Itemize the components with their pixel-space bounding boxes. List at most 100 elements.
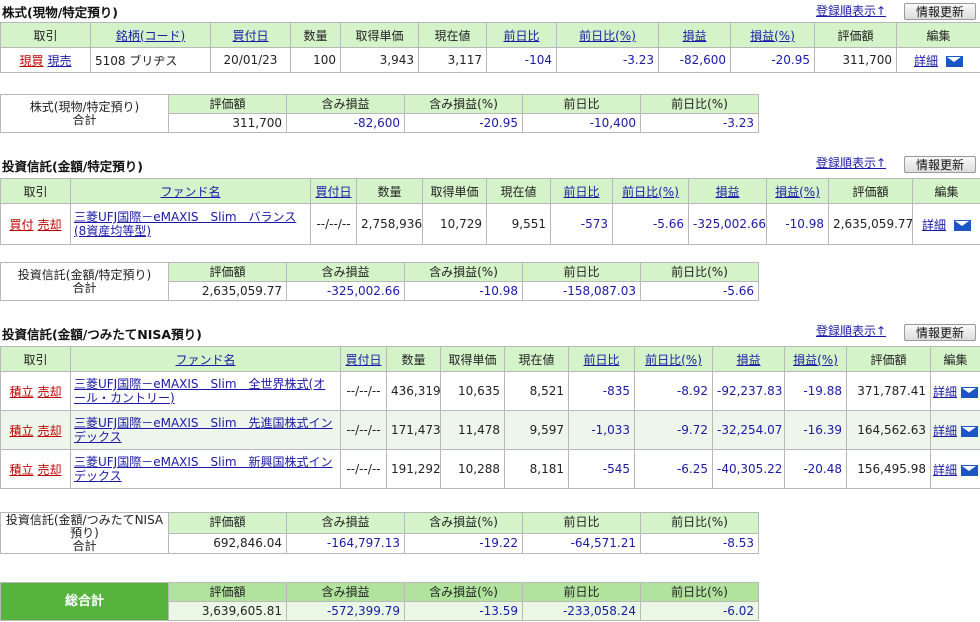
col-header-value: 評価額 bbox=[814, 22, 897, 48]
accumulate-link[interactable]: 積立 bbox=[9, 463, 33, 477]
sum-unrealized: -82,600 bbox=[286, 113, 405, 133]
grand-header-row: 総合計 評価額 含み損益 含み損益(%) 前日比 前日比(%) bbox=[0, 582, 759, 621]
trade-cell: 積立 売却 bbox=[0, 449, 71, 489]
brand-name[interactable]: 5108 ブリヂス bbox=[90, 47, 211, 73]
grand-header-value: 評価額 bbox=[168, 582, 287, 602]
fund-name[interactable]: 三菱UFJ国際－eMAXIS Slim 先進国株式インデックス bbox=[70, 410, 341, 450]
col-header-pl[interactable]: 損益 bbox=[688, 178, 767, 204]
sell-link[interactable]: 売却 bbox=[38, 218, 62, 232]
sum-header-value: 評価額 bbox=[168, 262, 287, 282]
fund1-section-title: 投資信託(金額/特定預り) bbox=[2, 159, 143, 174]
buy-link[interactable]: 現買 bbox=[19, 54, 43, 68]
cost: 10,635 bbox=[440, 371, 505, 411]
sell-link[interactable]: 売却 bbox=[38, 385, 62, 399]
buy-date: --/--/-- bbox=[310, 203, 357, 245]
profit-loss: -325,002.66 bbox=[688, 203, 767, 245]
sum-unrealized: -325,002.66 bbox=[286, 281, 405, 301]
col-header-brand[interactable]: 銘柄(コード) bbox=[90, 22, 211, 48]
sum-change: -10,400 bbox=[522, 113, 641, 133]
mail-icon[interactable] bbox=[946, 55, 963, 67]
col-header-trade: 取引 bbox=[0, 346, 71, 372]
col-header-fund[interactable]: ファンド名 bbox=[70, 178, 311, 204]
fund-name[interactable]: 三菱UFJ国際－eMAXIS Slim バランス(8資産均等型) bbox=[70, 203, 311, 245]
fund-name[interactable]: 三菱UFJ国際－eMAXIS Slim 全世界株式(オール・カントリー) bbox=[70, 371, 341, 411]
col-header-edit: 編集 bbox=[896, 22, 980, 48]
grand-unrealized: -572,399.79 bbox=[286, 601, 405, 621]
col-header-pl-pct[interactable]: 損益(%) bbox=[730, 22, 815, 48]
accumulate-link[interactable]: 積立 bbox=[9, 385, 33, 399]
profit-loss-pct: -16.39 bbox=[784, 410, 847, 450]
sell-link[interactable]: 現売 bbox=[48, 54, 72, 68]
col-header-fund[interactable]: ファンド名 bbox=[70, 346, 341, 372]
mail-icon[interactable] bbox=[961, 464, 978, 476]
table-row: 積立 売却 三菱UFJ国際－eMAXIS Slim 新興国株式インデックス --/… bbox=[0, 449, 980, 489]
profit-loss: -40,305.22 bbox=[712, 449, 785, 489]
col-header-pl[interactable]: 損益 bbox=[712, 346, 785, 372]
grand-total-label: 総合計 bbox=[0, 582, 169, 621]
col-header-change-pct[interactable]: 前日比(%) bbox=[612, 178, 689, 204]
sum-header-change-pct: 前日比(%) bbox=[640, 94, 759, 114]
col-header-pl-pct[interactable]: 損益(%) bbox=[766, 178, 829, 204]
sum-header-value: 評価額 bbox=[168, 512, 287, 534]
col-header-change[interactable]: 前日比 bbox=[550, 178, 613, 204]
sum-unrealized-pct: -10.98 bbox=[404, 281, 523, 301]
detail-link[interactable]: 詳細 bbox=[922, 218, 946, 232]
grand-unrealized-pct: -13.59 bbox=[404, 601, 523, 621]
price: 8,181 bbox=[504, 449, 569, 489]
change-pct: -9.72 bbox=[634, 410, 713, 450]
change-pct: -6.25 bbox=[634, 449, 713, 489]
col-header-change-pct[interactable]: 前日比(%) bbox=[634, 346, 713, 372]
col-header-pl-pct[interactable]: 損益(%) bbox=[784, 346, 847, 372]
mail-icon[interactable] bbox=[954, 219, 971, 231]
edit-cell: 詳細 bbox=[930, 371, 980, 411]
col-header-change[interactable]: 前日比 bbox=[486, 22, 557, 48]
col-header-pl[interactable]: 損益 bbox=[658, 22, 731, 48]
summary-label: 投資信託(金額/特定預り) 合計 bbox=[0, 262, 169, 301]
summary-header-row: 株式(現物/特定預り) 合計 評価額 含み損益 含み損益(%) 前日比 前日比(%… bbox=[0, 94, 759, 133]
table-row: 積立 売却 三菱UFJ国際－eMAXIS Slim 先進国株式インデックス --/… bbox=[0, 410, 980, 450]
fund2-refresh-button[interactable]: 情報更新 bbox=[904, 324, 976, 341]
detail-link[interactable]: 詳細 bbox=[933, 463, 957, 477]
col-header-date[interactable]: 買付日 bbox=[310, 178, 357, 204]
sum-header-change: 前日比 bbox=[522, 94, 641, 114]
sell-link[interactable]: 売却 bbox=[38, 424, 62, 438]
mail-icon[interactable] bbox=[961, 386, 978, 398]
detail-link[interactable]: 詳細 bbox=[914, 54, 938, 68]
accumulate-link[interactable]: 積立 bbox=[9, 424, 33, 438]
stock-refresh-button[interactable]: 情報更新 bbox=[904, 3, 976, 20]
col-header-change[interactable]: 前日比 bbox=[568, 346, 635, 372]
grand-header-change: 前日比 bbox=[522, 582, 641, 602]
fund1-sort-link[interactable]: 登録順表示↑ bbox=[816, 154, 886, 171]
stock-sort-link[interactable]: 登録順表示↑ bbox=[816, 2, 886, 19]
cost: 10,288 bbox=[440, 449, 505, 489]
sum-header-unrealized-pct: 含み損益(%) bbox=[404, 512, 523, 534]
valuation: 164,562.63 bbox=[846, 410, 931, 450]
buy-link[interactable]: 買付 bbox=[9, 218, 33, 232]
fund1-refresh-button[interactable]: 情報更新 bbox=[904, 156, 976, 173]
fund2-sort-link[interactable]: 登録順表示↑ bbox=[816, 322, 886, 339]
col-header-date[interactable]: 買付日 bbox=[210, 22, 291, 48]
col-header-date[interactable]: 買付日 bbox=[340, 346, 387, 372]
sum-change-pct: -8.53 bbox=[640, 532, 759, 554]
grand-header-unrealized-pct: 含み損益(%) bbox=[404, 582, 523, 602]
col-header-value: 評価額 bbox=[828, 178, 913, 204]
sell-link[interactable]: 売却 bbox=[38, 463, 62, 477]
fund-name[interactable]: 三菱UFJ国際－eMAXIS Slim 新興国株式インデックス bbox=[70, 449, 341, 489]
sum-unrealized-pct: -20.95 bbox=[404, 113, 523, 133]
grand-header-change-pct: 前日比(%) bbox=[640, 582, 759, 602]
table-row: 買付 売却 三菱UFJ国際－eMAXIS Slim バランス(8資産均等型) --… bbox=[0, 203, 980, 245]
cost: 10,729 bbox=[422, 203, 487, 245]
col-header-change-pct[interactable]: 前日比(%) bbox=[556, 22, 659, 48]
col-header-price: 現在値 bbox=[504, 346, 569, 372]
mail-icon[interactable] bbox=[961, 425, 978, 437]
valuation: 371,787.41 bbox=[846, 371, 931, 411]
buy-date: --/--/-- bbox=[340, 371, 387, 411]
col-header-trade: 取引 bbox=[0, 22, 91, 48]
col-header-price: 現在値 bbox=[486, 178, 551, 204]
detail-link[interactable]: 詳細 bbox=[933, 424, 957, 438]
detail-link[interactable]: 詳細 bbox=[933, 385, 957, 399]
edit-cell: 詳細 bbox=[930, 410, 980, 450]
sum-header-change: 前日比 bbox=[522, 262, 641, 282]
profit-loss: -32,254.07 bbox=[712, 410, 785, 450]
profit-loss-pct: -10.98 bbox=[766, 203, 829, 245]
